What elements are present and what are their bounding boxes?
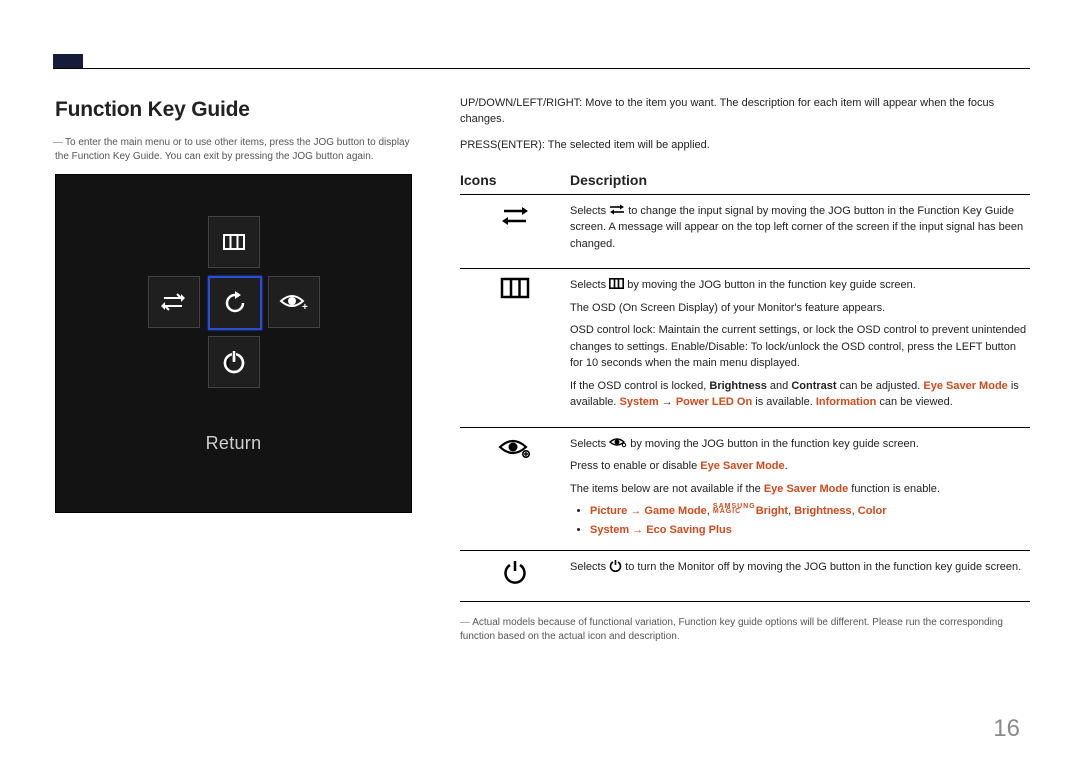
- table-row: Selects by moving the JOG button in the …: [460, 269, 1030, 428]
- eye-saver-icon: +: [268, 276, 320, 328]
- eye-saver-icon-svg: +: [279, 291, 309, 313]
- svg-text:+: +: [302, 302, 308, 313]
- power-icon-cell: [460, 551, 570, 602]
- menu-icon-svg: [222, 230, 246, 254]
- menu-inline-icon: [609, 278, 624, 289]
- manual-page: Function Key Guide ―To enter the main me…: [0, 0, 1080, 763]
- power-icon-svg: [221, 349, 247, 375]
- eye-saver-icon-cell: [460, 427, 570, 551]
- return-icon: [208, 276, 262, 330]
- power-icon: [208, 336, 260, 388]
- menu-icon: [500, 277, 530, 299]
- footnote: ― Actual models because of functional va…: [460, 616, 1030, 644]
- source-icon-cell: [460, 194, 570, 269]
- intro-note: ―To enter the main menu or to use other …: [55, 136, 415, 164]
- intro-nav: UP/DOWN/LEFT/RIGHT: Move to the item you…: [460, 96, 1030, 128]
- power-icon: [502, 559, 528, 585]
- eye-saver-unavailable-list: Picture → Game Mode, SAMSUNGMAGICBright,…: [570, 503, 1030, 538]
- source-inline-icon: [609, 204, 625, 215]
- list-item: System → Eco Saving Plus: [590, 522, 1030, 539]
- page-title: Function Key Guide: [55, 98, 415, 122]
- samsung-magic-brand: SAMSUNGMAGIC: [713, 505, 756, 515]
- table-row: Selects to turn the Monitor off by movin…: [460, 551, 1030, 602]
- menu-desc: Selects by moving the JOG button in the …: [570, 269, 1030, 428]
- intro-paragraphs: UP/DOWN/LEFT/RIGHT: Move to the item you…: [460, 96, 1030, 154]
- panel-label: Return: [56, 433, 411, 454]
- description-header: Description: [570, 168, 1030, 195]
- icons-header: Icons: [460, 168, 570, 195]
- intro-enter: PRESS(ENTER): The selected item will be …: [460, 138, 1030, 154]
- table-row: Selects by moving the JOG button in the …: [460, 427, 1030, 551]
- icon-description-table: Icons Description Selects to change the …: [460, 168, 1030, 602]
- page-number: 16: [993, 715, 1020, 743]
- header-square: [53, 54, 83, 68]
- source-desc: Selects to change the input signal by mo…: [570, 194, 1030, 269]
- list-item: Picture → Game Mode, SAMSUNGMAGICBright,…: [590, 503, 1030, 520]
- table-row: Selects to change the input signal by mo…: [460, 194, 1030, 269]
- top-divider: [53, 68, 1030, 69]
- table-header-row: Icons Description: [460, 168, 1030, 195]
- menu-icon-cell: [460, 269, 570, 428]
- source-icon-svg: [161, 290, 187, 314]
- function-key-panel: + Return: [55, 174, 412, 513]
- return-icon-svg: [222, 290, 248, 316]
- eye-inline-icon: [609, 436, 627, 448]
- source-icon: [500, 203, 530, 229]
- menu-icon: [208, 216, 260, 268]
- eye-saver-desc: Selects by moving the JOG button in the …: [570, 427, 1030, 551]
- source-icon: [148, 276, 200, 328]
- eye-saver-icon: [498, 436, 532, 460]
- right-column: UP/DOWN/LEFT/RIGHT: Move to the item you…: [460, 96, 1030, 654]
- left-column: Function Key Guide ―To enter the main me…: [55, 98, 415, 513]
- power-inline-icon: [609, 559, 622, 572]
- power-desc: Selects to turn the Monitor off by movin…: [570, 551, 1030, 602]
